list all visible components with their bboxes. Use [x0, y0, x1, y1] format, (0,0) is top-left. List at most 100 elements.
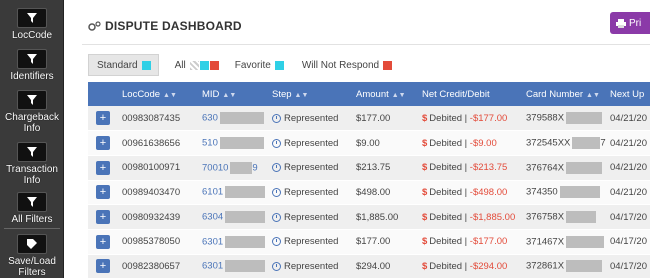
- amount-cell: $498.00: [352, 180, 418, 206]
- amount-cell: $9.00: [352, 130, 418, 156]
- rail-divider: [4, 228, 60, 229]
- net-cell: $ Debited | -$294.00: [418, 254, 522, 278]
- column-header-net-credit-debit[interactable]: Net Credit/Debit: [418, 82, 522, 106]
- table-row[interactable]: + 00980932439 6304 Represented $1,885.00…: [88, 204, 650, 230]
- filter-will-not-respond[interactable]: Will Not Respond: [296, 54, 398, 76]
- dollar-icon: $: [422, 260, 428, 272]
- next-up-cell: 04/21/20: [606, 130, 650, 156]
- mid-cell[interactable]: 630: [198, 106, 268, 132]
- identifiers-filter-button[interactable]: Identifiers: [4, 49, 60, 82]
- all-filters-button[interactable]: All Filters: [4, 192, 60, 225]
- next-up-cell: 04/17/20: [606, 254, 650, 278]
- net-prefix: Debited |: [429, 260, 468, 272]
- expand-row-icon[interactable]: +: [96, 136, 110, 151]
- rail-label: All Filters: [11, 214, 53, 225]
- dollar-icon: $: [422, 211, 428, 223]
- dollar-icon: $: [422, 236, 428, 248]
- redacted-block: [225, 235, 266, 248]
- card-value: 379588X: [526, 112, 565, 124]
- column-header-loccode[interactable]: LocCode ▲▼: [118, 82, 198, 106]
- card-cell: 374350: [522, 180, 606, 206]
- rail-label: Save/Load Filters: [8, 256, 56, 278]
- net-prefix: Debited |: [429, 162, 468, 174]
- filter-favorite[interactable]: Favorite: [229, 54, 290, 76]
- next-up-cell: 04/17/20: [606, 229, 650, 255]
- card-cell: 376758X: [522, 204, 606, 230]
- mid-cell[interactable]: 6301: [198, 254, 268, 278]
- step-value: Represented: [284, 112, 339, 124]
- table-row[interactable]: + 00982380657 6301 Represented $294.00 $…: [88, 254, 650, 278]
- mid-cell[interactable]: 510: [198, 130, 268, 156]
- loccode-cell: 00980932439: [118, 204, 198, 230]
- card-cell: 372545XX 7: [522, 130, 606, 156]
- net-cell: $ Debited | -$177.00: [418, 106, 522, 132]
- print-button[interactable]: Pri: [610, 12, 650, 34]
- table-row[interactable]: + 00989403470 6101 Represented $498.00 $…: [88, 180, 650, 206]
- filter-rail: LocCode Identifiers Chargeback Info Tran…: [0, 0, 64, 278]
- expand-row-icon[interactable]: +: [96, 234, 110, 249]
- sort-icon: ▲▼: [222, 91, 237, 99]
- filter-standard[interactable]: Standard: [88, 54, 159, 76]
- transaction-info-filter-button[interactable]: Transaction Info: [4, 142, 60, 186]
- table-header-row: LocCode ▲▼ MID ▲▼ Step ▲▼ Amount ▲▼ Net Cred…: [88, 82, 650, 106]
- loccode-filter-button[interactable]: LocCode: [4, 8, 60, 41]
- net-prefix: Debited |: [429, 112, 468, 124]
- funnel-icon: [17, 142, 47, 162]
- filter-label: Favorite: [234, 59, 271, 71]
- red-swatch: [383, 60, 393, 70]
- expand-row-icon[interactable]: +: [96, 185, 110, 200]
- step-value: Represented: [284, 211, 339, 223]
- mid-cell[interactable]: 6101: [198, 180, 268, 206]
- step-value: Represented: [284, 162, 339, 174]
- table-row[interactable]: + 00961638656 510 Represented $9.00 $ Deb…: [88, 130, 650, 156]
- column-header-next-up[interactable]: Next Up: [606, 82, 650, 106]
- table-row[interactable]: + 00980100971 70010 9 Represented $213.75…: [88, 155, 650, 181]
- net-value: -$177.00: [469, 112, 508, 124]
- column-header-card-number[interactable]: Card Number ▲▼: [522, 82, 606, 106]
- expand-row-icon[interactable]: +: [96, 259, 110, 274]
- redacted-block: [566, 211, 597, 224]
- filter-all[interactable]: All: [169, 54, 225, 76]
- clock-icon: [272, 261, 281, 271]
- table-row[interactable]: + 00983087435 630 Represented $177.00 $ D…: [88, 106, 650, 132]
- mid-cell[interactable]: 70010 9: [198, 155, 268, 181]
- net-value: -$177.00: [469, 236, 508, 248]
- column-label: Card Number: [526, 88, 584, 100]
- dollar-icon: $: [422, 112, 428, 124]
- main-panel: DISPUTE DASHBOARD Pri Standard All Favor…: [82, 0, 650, 278]
- column-header-step[interactable]: Step ▲▼: [268, 82, 352, 106]
- card-value: 374350: [526, 186, 558, 198]
- column-label: MID: [202, 88, 220, 100]
- expand-row-icon[interactable]: +: [96, 160, 110, 175]
- mid-suffix: 9: [252, 162, 258, 174]
- column-header-amount[interactable]: Amount ▲▼: [352, 82, 418, 106]
- step-value: Represented: [284, 236, 339, 248]
- mid-cell[interactable]: 6301: [198, 229, 268, 255]
- table-row[interactable]: + 00985378050 6301 Represented $177.00 $…: [88, 229, 650, 255]
- mid-value: 70010: [202, 162, 229, 174]
- redacted-block: [572, 137, 601, 150]
- funnel-icon: [17, 8, 47, 28]
- amount-cell: $294.00: [352, 254, 418, 278]
- net-prefix: Debited |: [429, 211, 468, 223]
- tag-icon: [17, 234, 47, 254]
- column-header-mid[interactable]: MID ▲▼: [198, 82, 268, 106]
- rail-label: LocCode: [11, 30, 53, 41]
- save-load-filters-button[interactable]: Save/Load Filters: [4, 234, 60, 278]
- net-value: -$1,885.00: [469, 211, 516, 223]
- filter-label: Standard: [97, 59, 138, 71]
- mid-cell[interactable]: 6304: [198, 204, 268, 230]
- chargeback-info-filter-button[interactable]: Chargeback Info: [4, 90, 60, 134]
- redacted-block: [566, 235, 605, 248]
- redacted-block: [225, 211, 266, 224]
- expand-row-icon[interactable]: +: [96, 111, 110, 126]
- net-value: -$498.00: [469, 186, 508, 198]
- net-value: -$9.00: [469, 137, 497, 149]
- grey-swatch: [189, 60, 199, 70]
- expand-row-icon[interactable]: +: [96, 210, 110, 225]
- redacted-block: [219, 112, 264, 125]
- next-up-cell: 04/21/20: [606, 180, 650, 206]
- header-divider: [82, 44, 650, 45]
- amount-cell: $177.00: [352, 106, 418, 132]
- sort-icon: ▲▼: [391, 91, 406, 99]
